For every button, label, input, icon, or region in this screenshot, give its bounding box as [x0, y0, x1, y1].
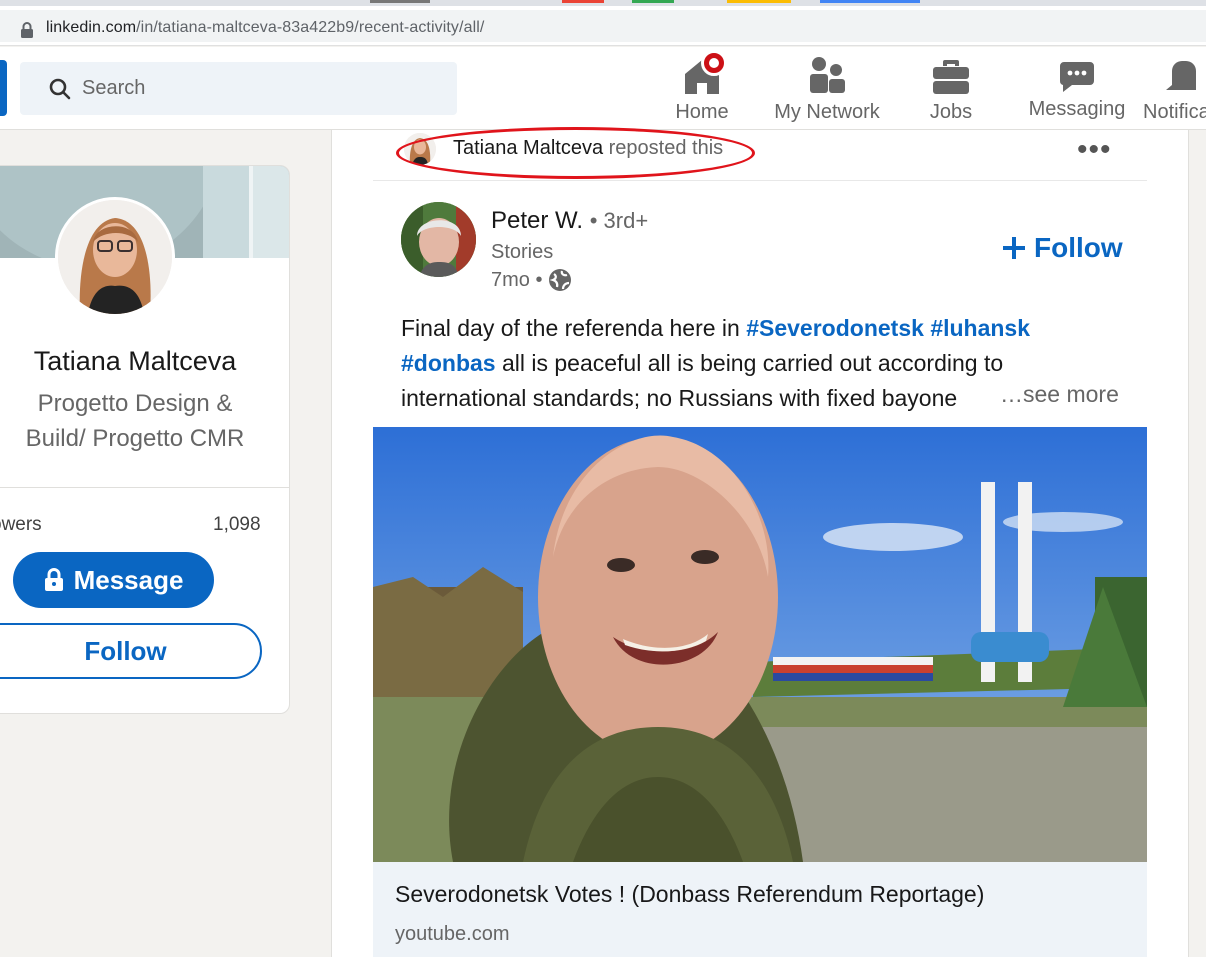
chat-icon: [1059, 62, 1094, 92]
profile-photo: [58, 200, 172, 314]
hashtag-link[interactable]: #Severodonetsk: [746, 315, 924, 341]
follow-profile-button-label: Follow: [84, 635, 167, 666]
nav-jobs-label: Jobs: [929, 101, 973, 123]
profile-name[interactable]: Tatiana Maltceva: [11, 346, 259, 377]
nav-home[interactable]: Home: [663, 47, 741, 130]
hashtag-link[interactable]: #luhansk: [930, 315, 1030, 341]
author-avatar[interactable]: [401, 202, 476, 277]
follow-author-label: Follow: [1034, 232, 1123, 263]
top-navbar: Search Home My Network Jobs Messaging No…: [0, 47, 1206, 130]
message-button[interactable]: Message: [13, 552, 214, 608]
plus-icon: [1003, 237, 1025, 259]
reposter-photo: [404, 133, 436, 165]
video-thumbnail[interactable]: [373, 427, 1147, 862]
link-domain: youtube.com: [395, 923, 510, 945]
nav-my-network[interactable]: My Network: [766, 47, 888, 130]
search-placeholder: Search: [82, 77, 146, 99]
connection-degree: • 3rd+: [589, 208, 649, 233]
nav-my-network-label: My Network: [774, 101, 880, 123]
link-preview[interactable]: Severodonetsk Votes ! (Donbass Referendu…: [373, 862, 1147, 957]
follow-profile-button[interactable]: Follow: [0, 623, 262, 679]
profile-headline-line2: Build/ Progetto CMR: [25, 425, 245, 452]
post-timestamp: 7mo •: [491, 268, 572, 292]
people-icon: [810, 57, 845, 93]
author-photo: [401, 202, 476, 277]
follow-author-button[interactable]: Follow: [1002, 232, 1123, 264]
author-name-row: Peter W. • 3rd+: [491, 207, 648, 235]
url-text[interactable]: linkedin.com/in/tatiana-maltceva-83a422b…: [46, 19, 484, 37]
post-line-1: Final day of the referenda here in #Seve…: [401, 311, 1121, 346]
video-frame: [373, 427, 1147, 862]
followers-label: owers: [0, 514, 42, 535]
hashtag-link[interactable]: #donbas: [401, 350, 496, 376]
post-age: 7mo •: [491, 268, 543, 291]
profile-divider: [0, 487, 289, 488]
reposter-avatar[interactable]: [404, 133, 436, 165]
author-name[interactable]: Peter W.: [491, 207, 583, 234]
lock-icon: [44, 568, 63, 591]
repost-header: Tatiana Maltceva reposted this: [373, 130, 1147, 181]
search-icon: [49, 78, 71, 100]
profile-headline: Progetto Design & Build/ Progetto CMR: [11, 386, 259, 456]
url-domain: linkedin.com: [46, 19, 137, 36]
more-options-icon[interactable]: •••: [1077, 135, 1112, 165]
search-input[interactable]: Search: [20, 62, 457, 115]
address-pill[interactable]: linkedin.com/in/tatiana-maltceva-83a422b…: [0, 10, 1206, 42]
nav-jobs[interactable]: Jobs: [916, 47, 986, 130]
globe-icon: [549, 269, 572, 291]
repost-text: Tatiana Maltceva reposted this: [453, 137, 723, 160]
nav-messaging[interactable]: Messaging: [1022, 47, 1132, 130]
reposter-name[interactable]: Tatiana Maltceva: [453, 137, 603, 159]
nav-messaging-label: Messaging: [1028, 98, 1126, 120]
url-path: /in/tatiana-maltceva-83a422b9/recent-act…: [136, 19, 485, 36]
followers-count: 1,098: [213, 514, 261, 535]
author-headline: Stories: [491, 241, 554, 263]
see-more-link[interactable]: …see more: [990, 381, 1119, 408]
nav-notifications-label: Notifica: [1143, 101, 1206, 123]
message-button-label: Message: [73, 564, 184, 595]
notification-badge: [701, 50, 727, 76]
link-title[interactable]: Severodonetsk Votes ! (Donbass Referendu…: [395, 881, 984, 908]
post-text-prefix: Final day of the referenda here in: [401, 315, 747, 341]
profile-card: Tatiana Maltceva Progetto Design & Build…: [0, 165, 290, 714]
nav-home-label: Home: [675, 101, 729, 123]
repost-verb: reposted this: [608, 137, 724, 159]
lock-icon[interactable]: [20, 22, 34, 38]
profile-avatar[interactable]: [55, 197, 175, 317]
post-text-line2: all is peaceful all is being carried out…: [495, 350, 1004, 376]
linkedin-logo[interactable]: [0, 60, 7, 116]
bell-icon: [1166, 61, 1196, 90]
nav-notifications[interactable]: Notifica: [1141, 47, 1206, 130]
address-bar[interactable]: linkedin.com/in/tatiana-maltceva-83a422b…: [0, 6, 1206, 46]
profile-headline-line1: Progetto Design &: [37, 390, 233, 417]
briefcase-icon: [933, 60, 969, 94]
post-line-2: #donbas all is peaceful all is being car…: [401, 346, 1121, 381]
